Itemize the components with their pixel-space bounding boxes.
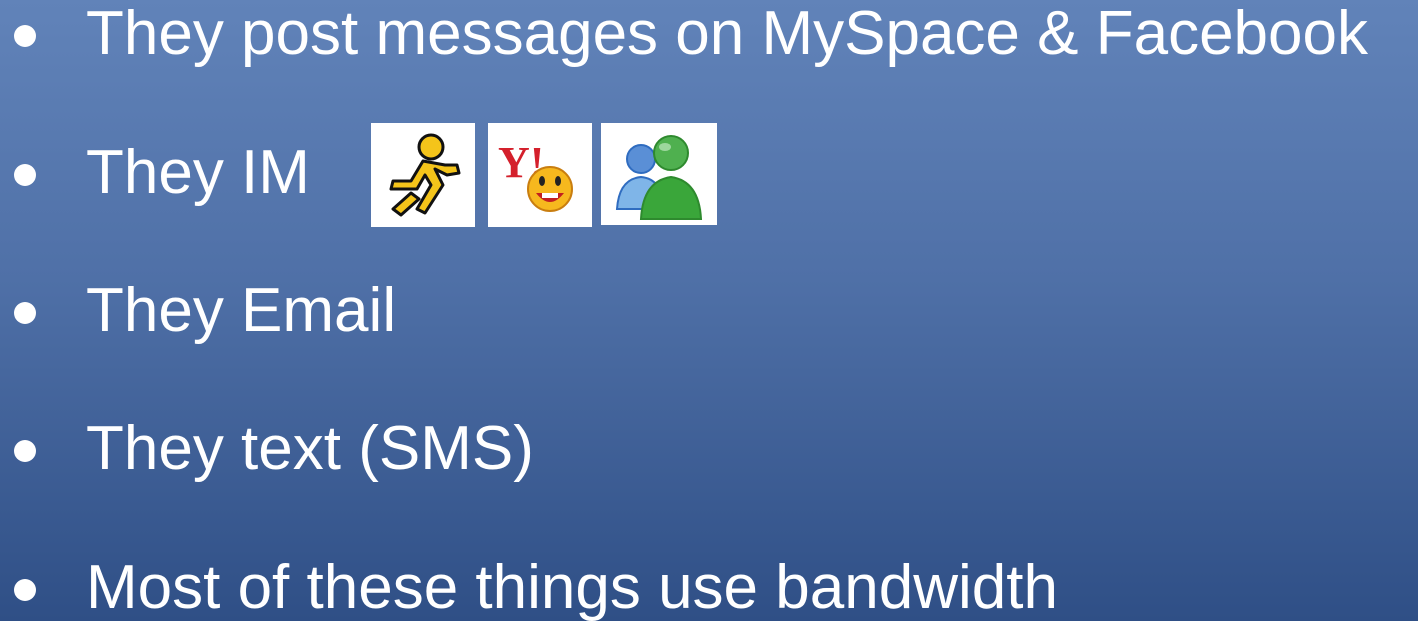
- bullet-item-sms: They text (SMS): [0, 409, 1418, 489]
- bullet-dot: [14, 25, 36, 47]
- bullet-text: They text (SMS): [86, 414, 534, 483]
- bullet-text: Most of these things use bandwidth: [86, 553, 1058, 621]
- bullet-item-social: They post messages on MySpace & Facebook: [0, 0, 1418, 74]
- bullet-dot: [14, 302, 36, 324]
- aim-running-man-icon: [371, 123, 475, 227]
- bullet-item-email: They Email: [0, 271, 1418, 351]
- bullet-text: They IM: [86, 138, 310, 207]
- bullet-dot: [14, 440, 36, 462]
- msn-messenger-icon: [601, 123, 717, 225]
- bullet-text: They Email: [86, 276, 397, 345]
- bullet-item-bandwidth: Most of these things use bandwidth: [0, 548, 1418, 621]
- yahoo-messenger-icon: Y!: [488, 123, 592, 227]
- bullet-dot: [14, 579, 36, 601]
- bullet-dot: [14, 164, 36, 186]
- bullet-text: They post messages on MySpace & Facebook: [86, 0, 1368, 68]
